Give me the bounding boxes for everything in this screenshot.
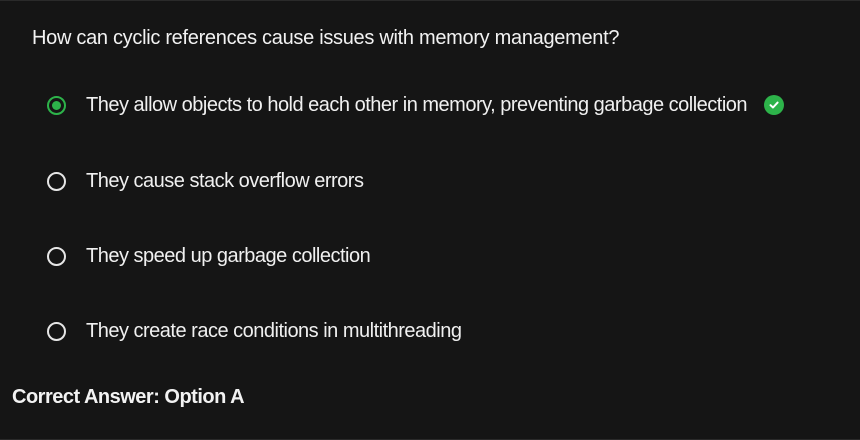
option-a-label: They allow objects to hold each other in… <box>86 93 748 116</box>
radio-unselected-icon[interactable] <box>47 246 66 266</box>
radio-selected-icon[interactable] <box>47 95 66 115</box>
radio-dot <box>52 100 61 110</box>
question-text: How can cyclic references cause issues w… <box>32 27 620 49</box>
option-d[interactable]: They create race conditions in multithre… <box>47 317 462 345</box>
option-d-label: They create race conditions in multithre… <box>86 319 462 342</box>
radio-unselected-icon[interactable] <box>47 321 66 341</box>
option-b[interactable]: They cause stack overflow errors <box>47 167 364 195</box>
check-circle-icon <box>764 95 785 115</box>
correct-answer-text: Correct Answer: Option A <box>12 386 245 408</box>
option-a[interactable]: They allow objects to hold each other in… <box>47 91 785 119</box>
option-c[interactable]: They speed up garbage collection <box>47 242 371 270</box>
option-b-label: They cause stack overflow errors <box>86 169 364 192</box>
quiz-card: How can cyclic references cause issues w… <box>0 0 860 440</box>
radio-unselected-icon[interactable] <box>47 171 66 191</box>
option-c-label: They speed up garbage collection <box>86 244 371 267</box>
